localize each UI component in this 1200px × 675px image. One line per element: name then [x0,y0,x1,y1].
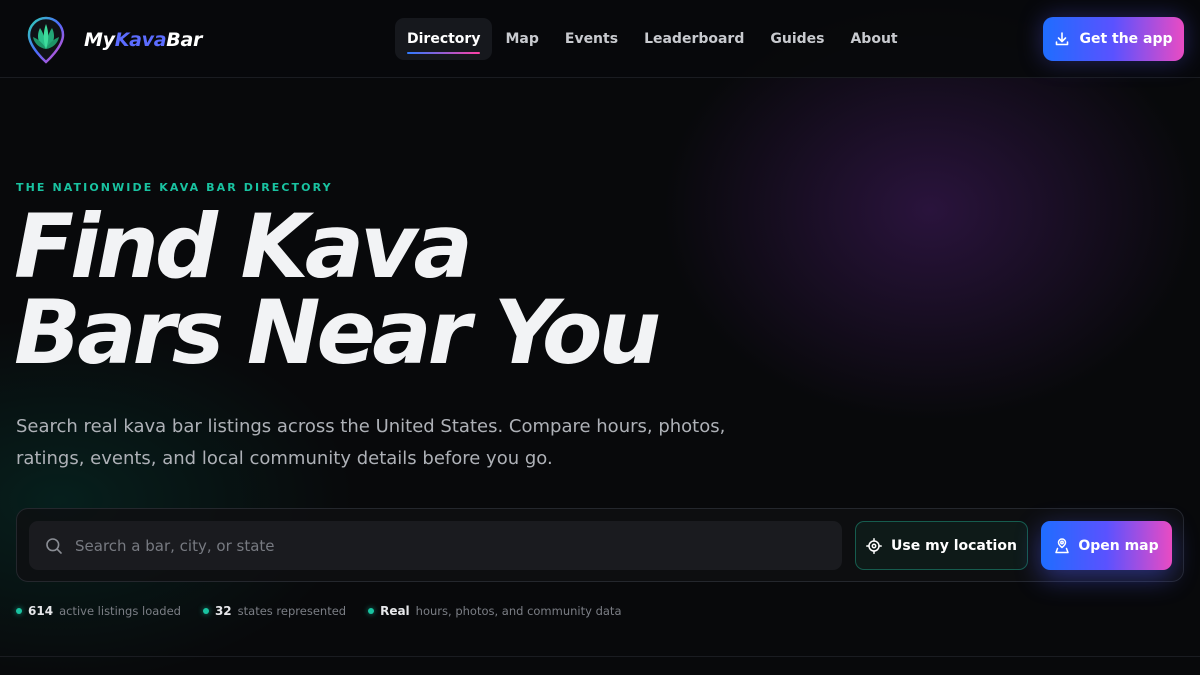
section-divider [0,656,1200,657]
hero-subtitle-line-1: Search real kava bar listings across the… [16,416,726,437]
search-input[interactable] [75,536,815,555]
main-nav: Directory Map Events Leaderboard Guides … [395,18,911,60]
nav-link-guides[interactable]: Guides [757,18,837,60]
use-my-location-button[interactable]: Use my location [855,521,1028,570]
search-field[interactable] [29,521,842,570]
nav-link-events[interactable]: Events [552,18,631,60]
get-the-app-label: Get the app [1079,31,1173,47]
search-panel: Use my location Open map [16,508,1184,582]
nav-link-leaderboard[interactable]: Leaderboard [631,18,757,60]
stat-label: hours, photos, and community data [415,604,622,618]
stat-label: active listings loaded [59,604,181,618]
page: MyKavaBar Directory Map Events Leaderboa… [0,0,1200,675]
open-map-button[interactable]: Open map [1041,521,1172,570]
stat-value: Real [380,604,410,618]
stat-label: states represented [237,604,347,618]
stat-value: 614 [28,604,54,618]
top-nav: MyKavaBar Directory Map Events Leaderboa… [0,0,1200,78]
status-dot [16,608,22,614]
search-icon [46,537,62,554]
brand-name: MyKavaBar [84,29,203,51]
crosshair-icon [866,537,882,554]
hero-subtitle-line-2: ratings, events, and local community det… [16,448,553,469]
nav-link-directory[interactable]: Directory [395,18,493,60]
stat-real-data: Real hours, photos, and community data [368,604,622,618]
download-icon [1056,32,1069,46]
hero-eyebrow: THE NATIONWIDE KAVA BAR DIRECTORY [16,181,333,194]
status-dot [368,608,375,614]
hero-subtitle: Search real kava bar listings across the… [16,411,736,475]
stat-states: 32 states represented [202,604,347,618]
status-dot [202,608,209,614]
stats-row: 614 active listings loaded 32 states rep… [16,604,644,618]
brand-logo[interactable]: MyKavaBar [26,16,202,64]
nav-link-about[interactable]: About [837,18,910,60]
stat-listings: 614 active listings loaded [16,604,181,618]
nav-link-map[interactable]: Map [492,18,551,60]
use-my-location-label: Use my location [891,537,1017,554]
stat-value: 32 [214,604,232,618]
kava-leaf-pin-icon [27,16,65,64]
map-pin-icon [1055,537,1070,553]
get-the-app-button[interactable]: Get the app [1043,17,1184,61]
hero-title-line-2: Bars Near You [14,281,661,384]
hero-title: Find Kava Bars Near You [14,203,734,377]
open-map-label: Open map [1078,537,1159,554]
